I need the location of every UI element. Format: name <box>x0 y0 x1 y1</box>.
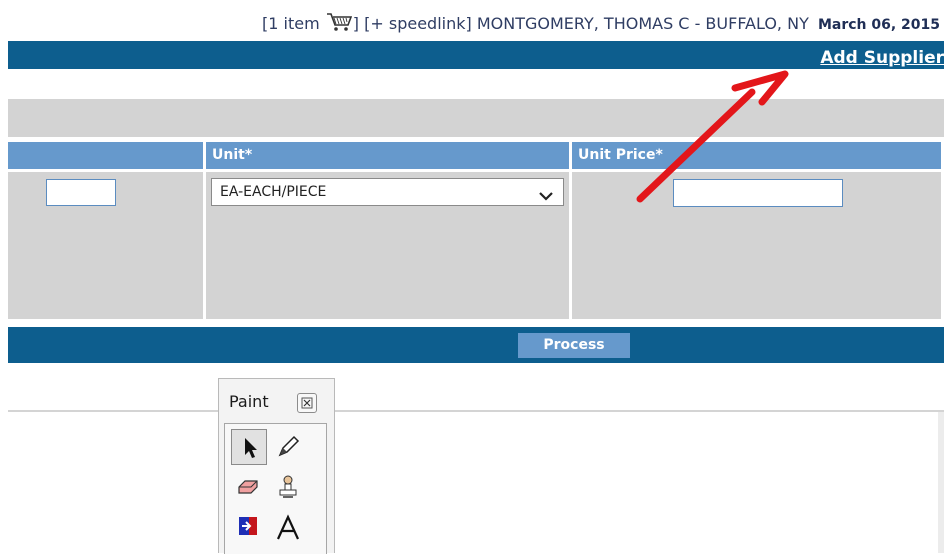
header-line: [1 item ] [+ speedlink] MONTGOMERY, THOM… <box>262 12 940 36</box>
top-header: [1 item ] [+ speedlink] MONTGOMERY, THOM… <box>0 0 944 40</box>
unit-price-input[interactable] <box>673 179 843 207</box>
divider <box>8 410 944 412</box>
cart-close-bracket: ] <box>352 14 360 33</box>
paint-title: Paint <box>229 392 269 411</box>
scroll-edge <box>938 412 944 553</box>
cart-count[interactable]: [1 item <box>262 14 320 33</box>
close-icon[interactable] <box>297 393 317 413</box>
current-date: March 06, 2015 <box>817 17 940 33</box>
chevron-down-icon[interactable] <box>539 185 553 211</box>
action-bar <box>8 41 944 69</box>
speedlink-link[interactable]: [+ speedlink] <box>364 14 472 33</box>
unit-select[interactable]: EA-EACH/PIECE <box>211 178 564 206</box>
process-bar <box>8 327 944 363</box>
process-button[interactable]: Process <box>518 333 630 358</box>
eraser-icon[interactable] <box>231 469 267 505</box>
select-pointer-icon[interactable] <box>231 429 267 465</box>
quantity-input[interactable] <box>46 179 116 206</box>
insert-image-icon[interactable] <box>231 509 267 545</box>
text-tool-icon[interactable] <box>271 509 307 545</box>
paint-toolbox: Paint <box>218 378 335 554</box>
shopping-cart-icon[interactable] <box>326 12 352 36</box>
column-header-unit: Unit* <box>206 142 569 169</box>
user-location: MONTGOMERY, THOMAS C - BUFFALO, NY <box>476 14 809 33</box>
section-bar <box>8 99 944 137</box>
unit-select-value: EA-EACH/PIECE <box>220 184 327 200</box>
stamp-icon[interactable] <box>271 469 307 505</box>
paint-tool-grid <box>224 423 327 554</box>
add-supplier-link[interactable]: Add Supplier <box>820 48 944 68</box>
column-header-quantity <box>8 142 203 169</box>
pen-icon[interactable] <box>271 429 307 465</box>
column-header-unit-price: Unit Price* <box>572 142 941 169</box>
